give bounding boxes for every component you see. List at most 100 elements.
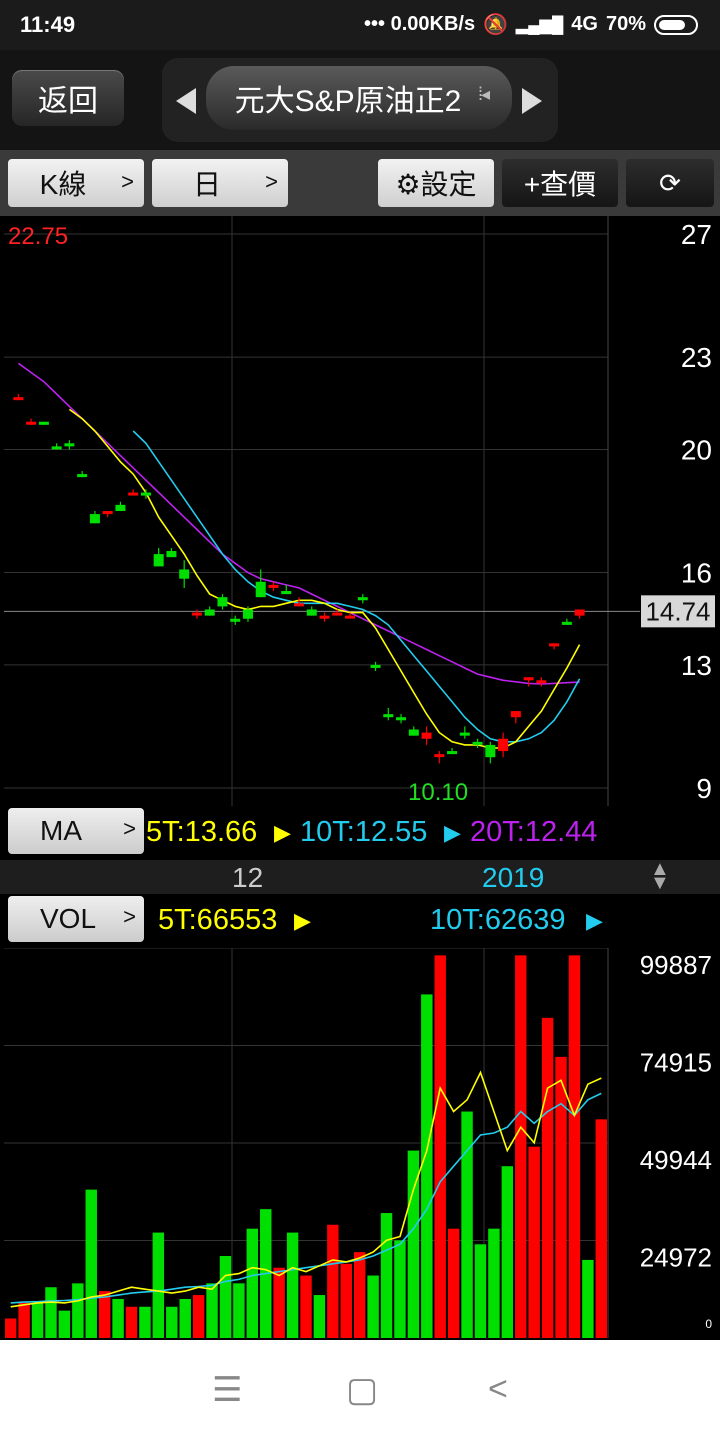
price-chart[interactable]: 27 23 20 16 13 9 14.74 22.75 10.10 [0,216,720,806]
candle-body [396,717,407,721]
kline-label: K線 [39,169,87,200]
volume-bar [152,1232,165,1338]
y-tick-label: 13 [681,650,712,681]
kline-button[interactable]: K線 > [8,159,144,207]
volume-bar [5,1318,17,1338]
settings-button[interactable]: ⚙設定 [378,159,494,207]
candle-body [268,584,279,588]
min-price-label: 10.10 [408,779,468,806]
volume-bar [353,1252,366,1338]
ma20-value: 20T:12.44 [470,816,598,848]
candle-body [64,443,75,447]
ma10-line [132,430,581,743]
candle-body [574,609,585,616]
volume-bar [273,1267,285,1338]
ma5-value: 5T:13.66 [146,816,258,848]
quote-button[interactable]: +查價 [502,159,618,207]
volume-bar [595,1119,607,1338]
candle-body [447,751,458,755]
period-button[interactable]: 日 > [152,159,288,207]
candle-body [294,603,304,607]
y-tick-label: 23 [681,342,712,373]
volume-bar [286,1232,299,1338]
candle-body [77,474,88,478]
candle-body [230,618,241,622]
candle-body [319,615,330,619]
network-type: 4G [571,13,598,35]
vol-y-tick-label: 0 [705,1317,712,1331]
vol-indicator-row: VOL > 5T:66553 ▶ 10T:62639 ▶ [0,894,720,948]
network-speed: ••• 0.00KB/s [364,13,476,35]
volume-bar [474,1244,487,1338]
rotate-screen-button[interactable]: ⟳ [626,159,714,207]
y-tick-label: 27 [681,219,712,250]
back-button[interactable]: 返回 [12,70,124,126]
ma5-line [68,408,581,749]
candle-body [242,609,253,619]
volume-bar [85,1189,97,1338]
volume-bar [300,1275,312,1338]
volume-bar [367,1275,379,1338]
candle-body [459,732,470,736]
date-axis: 12 2019 ▲ ▼ [0,859,720,894]
volume-bar [125,1306,138,1338]
candle-body [549,643,560,647]
volume-bar [192,1295,205,1338]
candle-body [166,551,177,558]
y-tick-label: 16 [681,558,712,589]
chevron-right-icon: > [121,169,134,194]
y-tick-label: 9 [696,773,712,804]
candle-body [421,732,432,739]
volume-bar [568,955,581,1338]
period-label: 日 [192,169,221,200]
ma-button[interactable]: MA > [8,808,144,854]
vol-button[interactable]: VOL > [8,896,144,942]
volume-bar [515,955,527,1338]
volume-bar [434,955,446,1338]
volume-chart[interactable]: 99887 74915 49944 24972 0 [0,947,720,1340]
volume-bar [206,1283,218,1338]
candle-body [408,729,419,736]
volume-bar [219,1256,232,1338]
volume-bar [233,1283,245,1338]
sort-arrows-icon[interactable]: ▲ ▼ [650,859,670,893]
list-toggle-icon[interactable]: ⁞◂ [478,84,490,105]
next-stock-icon[interactable] [522,88,542,114]
volume-bar [327,1224,339,1338]
price-chart-svg: 27 23 20 16 13 9 14.74 22.75 10.10 [4,216,715,806]
vol-y-tick-label: 99887 [640,950,712,980]
volume-bar [313,1295,326,1338]
candle-body [191,612,202,616]
max-price-label: 22.75 [8,223,68,250]
chevron-right-icon: > [265,169,278,194]
chevron-right-icon: > [123,816,136,841]
candle-body [89,514,100,524]
home-icon[interactable]: ▢ [346,1370,378,1410]
candle-body [498,738,509,752]
candle-body [345,615,356,619]
vol-label: VOL [40,903,97,934]
candle-body [561,621,572,625]
candle-body [179,569,190,579]
chevron-right-icon: > [123,904,136,929]
volume-bar [421,994,433,1338]
status-right: ••• 0.00KB/s 🔕 ▂▄▆█ 4G 70% [364,12,698,37]
candle-body [472,741,483,745]
candle-body [281,591,292,595]
volume-bar [72,1283,84,1338]
candle-body [153,554,164,567]
volume-bar [380,1213,393,1338]
stock-title-button[interactable]: 元大S&P原油正2 [206,66,512,130]
volume-bar [528,1146,540,1338]
candle-body [204,609,215,616]
volume-bar [555,1056,567,1338]
back-icon[interactable]: < [488,1370,508,1409]
candle-body [255,581,266,598]
menu-icon[interactable]: ☰ [212,1370,242,1410]
date-label-2019: 2019 [482,862,545,893]
candle-body [217,597,228,607]
volume-bar [394,1240,406,1338]
prev-stock-icon[interactable] [176,88,196,114]
vol-ma10-flag-icon: ▶ [586,908,603,933]
volume-bar [541,1017,554,1338]
